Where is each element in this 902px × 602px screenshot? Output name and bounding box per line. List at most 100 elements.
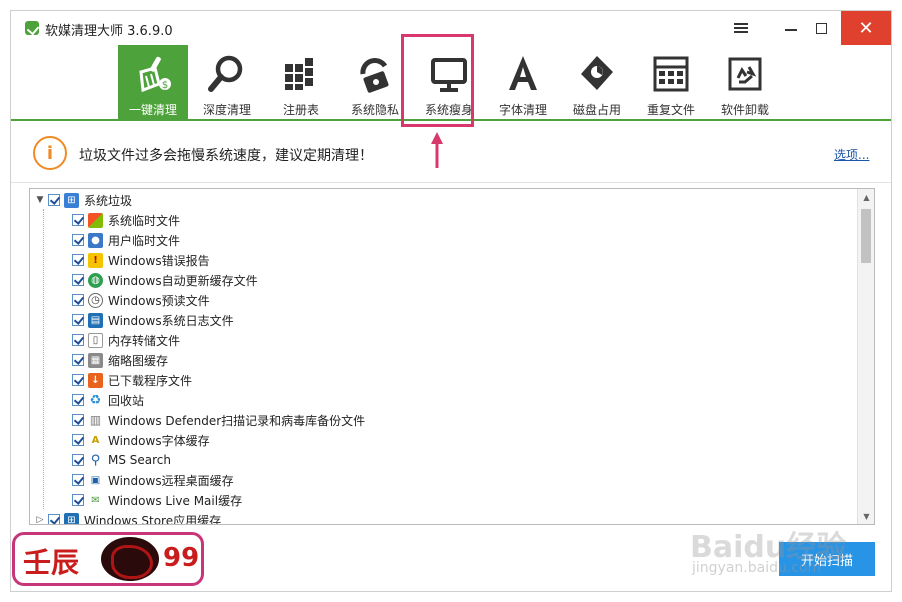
tab-label: 注册表 — [282, 103, 319, 117]
tree-item[interactable]: 系统临时文件 — [70, 210, 180, 230]
maximize-button[interactable] — [801, 11, 841, 45]
scroll-up-arrow-icon[interactable]: ▲ — [858, 189, 874, 205]
checkbox[interactable] — [72, 414, 84, 426]
user-icon: ● — [88, 232, 103, 248]
checkbox[interactable] — [72, 214, 84, 226]
info-bar: i 垃圾文件过多会拖慢系统速度，建议定期清理！ 选项... — [11, 123, 891, 183]
tree-item[interactable]: ♻ 回收站 — [70, 390, 144, 410]
tree-item-label: Windows错误报告 — [108, 253, 210, 268]
highlight-box — [401, 34, 474, 127]
tree-item-label: Windows Live Mail缓存 — [108, 493, 243, 508]
tree-item[interactable]: A Windows字体缓存 — [70, 430, 210, 450]
tree-item-label: Windows系统日志文件 — [108, 313, 234, 328]
scroll-thumb[interactable] — [861, 209, 871, 263]
tree-item[interactable]: ! Windows错误报告 — [70, 250, 210, 270]
svg-text:$: $ — [162, 80, 168, 91]
menu-button[interactable] — [721, 11, 761, 45]
tree-item-label: MS Search — [108, 453, 172, 467]
checkbox[interactable] — [72, 354, 84, 366]
watermark-badge: 壬辰 99 — [12, 532, 204, 586]
thumbnail-icon: ▦ — [88, 352, 103, 368]
tree-item[interactable]: ● 用户临时文件 — [70, 230, 180, 250]
tree-item-label: 缩略图缓存 — [108, 353, 169, 368]
tab-label: 字体清理 — [498, 103, 547, 117]
app-logo-icon — [25, 21, 39, 35]
tree-item[interactable]: ↓ 已下载程序文件 — [70, 370, 192, 390]
checkbox[interactable] — [72, 254, 84, 266]
tree-item[interactable]: ⚲ MS Search — [70, 450, 171, 470]
tree-item[interactable]: ◍ Windows自动更新缓存文件 — [70, 270, 258, 290]
tree-item-label: 内存转储文件 — [108, 333, 181, 348]
checkbox[interactable] — [72, 334, 84, 346]
tab-label: 软件卸载 — [720, 103, 769, 117]
tree-root-store-cache[interactable]: ▷ ⊞ Windows Store应用缓存 — [34, 510, 221, 524]
tree-item[interactable]: ◷ Windows预读文件 — [70, 290, 210, 310]
checkbox[interactable] — [72, 434, 84, 446]
tree-item[interactable]: ▣ Windows远程桌面缓存 — [70, 470, 234, 490]
tab-disk-usage[interactable]: 磁盘占用 — [562, 45, 632, 119]
checkbox[interactable] — [72, 274, 84, 286]
globe-icon: ◍ — [88, 272, 103, 288]
minimize-icon — [785, 29, 797, 31]
tab-registry[interactable]: 注册表 — [266, 45, 336, 119]
checkbox[interactable] — [48, 194, 60, 206]
pointer-arrow-icon — [431, 132, 443, 168]
tree-item-label: 系统临时文件 — [108, 213, 181, 228]
magnifier-icon — [205, 52, 249, 96]
store-icon: ⊞ — [64, 512, 79, 524]
recycle-icon: ♻ — [89, 392, 102, 408]
scroll-down-arrow-icon[interactable]: ▼ — [858, 508, 874, 524]
tab-one-click-clean[interactable]: $ 一键清理 — [118, 45, 188, 119]
font-icon: A — [91, 434, 100, 446]
tree-guide-line — [43, 209, 44, 509]
checkbox[interactable] — [72, 314, 84, 326]
font-letter-icon — [501, 52, 545, 96]
tree-item-label: Windows预读文件 — [108, 293, 210, 308]
checkbox[interactable] — [72, 474, 84, 486]
disk-tag-icon — [575, 52, 619, 96]
close-button[interactable]: ✕ — [841, 11, 891, 45]
file-icon: ▯ — [88, 332, 103, 348]
checkbox[interactable] — [72, 374, 84, 386]
expand-chevron-icon[interactable]: ▷ — [34, 514, 46, 524]
checkbox[interactable] — [72, 294, 84, 306]
tab-duplicate-files[interactable]: 重复文件 — [636, 45, 706, 119]
privacy-shield-icon — [353, 52, 397, 96]
tree-item[interactable]: ▦ 缩略图缓存 — [70, 350, 168, 370]
collapse-chevron-icon[interactable]: ▼ — [34, 194, 46, 206]
dragon-logo-icon — [101, 537, 159, 581]
broom-icon: $ — [131, 52, 175, 96]
baidu-watermark-url: jingyan.baidu.com — [692, 560, 822, 576]
tab-deep-clean[interactable]: 深度清理 — [192, 45, 262, 119]
duplicate-grid-icon — [649, 52, 693, 96]
tree-item[interactable]: ▥ Windows Defender扫描记录和病毒库备份文件 — [70, 410, 365, 430]
tree-item[interactable]: ▤ Windows系统日志文件 — [70, 310, 234, 330]
tab-font-clean[interactable]: 字体清理 — [488, 45, 558, 119]
tree-item-label: 已下载程序文件 — [108, 373, 193, 388]
windows-flag-icon: ⊞ — [64, 192, 79, 208]
log-icon: ▤ — [88, 312, 103, 328]
tree-item-label: 回收站 — [108, 393, 145, 408]
tab-label: 深度清理 — [202, 103, 251, 117]
checkbox[interactable] — [72, 394, 84, 406]
mail-icon: ✉ — [91, 494, 100, 506]
options-link[interactable]: 选项... — [834, 146, 869, 163]
tab-system-privacy[interactable]: 系统隐私 — [340, 45, 410, 119]
vertical-scrollbar[interactable]: ▲ ▼ — [857, 189, 874, 524]
maximize-icon — [815, 22, 827, 34]
registry-grid-icon — [279, 52, 323, 96]
checkbox[interactable] — [72, 454, 84, 466]
info-icon: i — [33, 136, 67, 170]
checkbox[interactable] — [72, 494, 84, 506]
tab-label: 重复文件 — [646, 103, 695, 117]
tree-item[interactable]: ✉ Windows Live Mail缓存 — [70, 490, 242, 510]
tab-uninstall[interactable]: 软件卸载 — [710, 45, 780, 119]
checkbox[interactable] — [72, 234, 84, 246]
checkbox[interactable] — [48, 514, 60, 524]
search-icon: ⚲ — [90, 452, 101, 468]
remote-desktop-icon: ▣ — [90, 474, 101, 486]
close-icon: ✕ — [858, 17, 874, 39]
tree-item[interactable]: ▯ 内存转储文件 — [70, 330, 180, 350]
recycle-bin-icon — [723, 52, 767, 96]
tree-root-system-junk[interactable]: ▼ ⊞ 系统垃圾 — [34, 190, 132, 210]
